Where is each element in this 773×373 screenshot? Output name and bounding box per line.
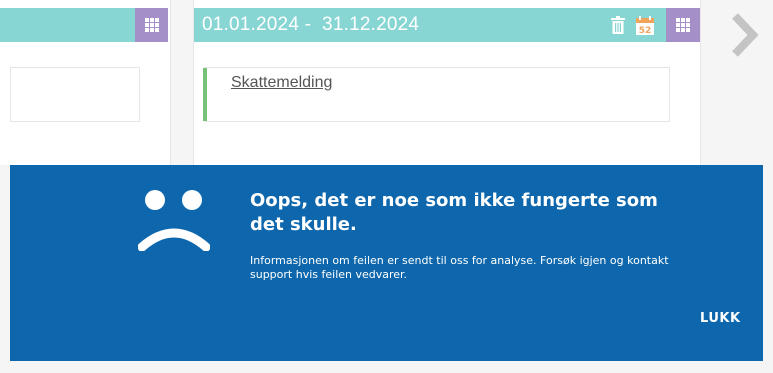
status-accent-bar	[203, 68, 207, 121]
trash-icon[interactable]	[608, 8, 628, 42]
calendar-badge: 52	[639, 26, 652, 35]
error-title: Oops, det er noe som ikke fungerte som d…	[250, 190, 658, 235]
sad-face-icon	[137, 189, 211, 252]
document-row	[10, 67, 140, 122]
error-message: Informasjonen om feilen er sendt til oss…	[250, 254, 669, 281]
document-row: Skattemelding	[203, 67, 670, 122]
period-card-previous	[0, 0, 171, 165]
grid-icon[interactable]	[135, 8, 168, 42]
period-card-current: 01.01.2024 - 31.12.2024 52 Skattemelding	[193, 0, 701, 165]
chevron-right-icon[interactable]	[727, 12, 761, 58]
document-link[interactable]: Skattemelding	[231, 74, 332, 92]
calendar-52-icon[interactable]: 52	[634, 8, 656, 42]
close-button[interactable]: LUKK	[700, 311, 741, 326]
error-banner: Oops, det er noe som ikke fungerte som d…	[10, 165, 763, 361]
grid-icon[interactable]	[666, 8, 700, 42]
period-range: 01.01.2024 - 31.12.2024	[202, 14, 420, 35]
